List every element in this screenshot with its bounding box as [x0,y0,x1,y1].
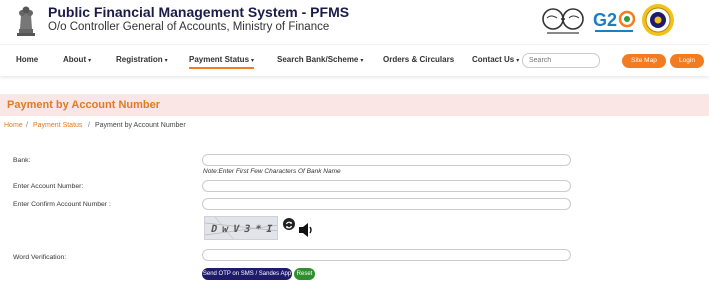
swachh-bharat-logo-icon [542,8,584,34]
nav-item-label: Orders & Circulars [383,55,455,64]
breadcrumb-separator: / [88,122,90,129]
chevron-down-icon: ▾ [251,58,255,64]
page-title: Payment by Account Number [7,99,161,111]
breadcrumb-separator: / [26,122,28,129]
account-number-label: Enter Account Number: [13,183,84,190]
site-title: Public Financial Management System - PFM… [48,4,350,20]
nav-item-label: Contact Us [472,55,515,64]
nav-item-contact-us[interactable]: Contact Us ▾ [472,55,519,64]
login-button[interactable]: Login [670,54,704,68]
nav-item-label: Home [16,55,39,64]
bank-input[interactable] [202,154,571,166]
captcha-text: DwV3*I [209,224,278,235]
breadcrumb-current: Payment by Account Number [95,122,186,129]
site-header: Public Financial Management System - PFM… [0,0,709,44]
breadcrumb-home-link[interactable]: Home [4,122,23,129]
nav-item-label: About [63,55,87,64]
nav-item-about[interactable]: About ▾ [63,55,91,64]
word-verification-input[interactable] [202,249,571,261]
audio-captcha-speaker-icon[interactable] [297,221,315,239]
nav-item-label: Payment Status [189,55,250,64]
account-number-input[interactable] [202,180,571,192]
jubilee-seal-icon [642,4,674,36]
nav-item-label: Search Bank/Scheme [277,55,359,64]
page: Public Financial Management System - PFM… [0,0,709,300]
confirm-account-number-input[interactable] [202,198,571,210]
chevron-down-icon: ▾ [164,58,168,64]
svg-text:G2: G2 [593,10,617,30]
bank-label: Bank: [13,157,31,164]
site-map-button[interactable]: Site Map [622,54,666,68]
breadcrumb-payment-status-link[interactable]: Payment Status [33,122,82,129]
word-verification-label: Word Verification: [13,254,67,261]
nav-item-home[interactable]: Home [16,55,38,64]
nav-item-registration[interactable]: Registration ▾ [116,55,168,64]
bank-note: Note:Enter First Few Characters Of Bank … [203,168,341,175]
refresh-captcha-icon[interactable] [283,218,295,230]
captcha-image: DwV3*I [204,216,278,240]
chevron-down-icon: ▾ [516,58,520,64]
nav-item-search-bank-scheme[interactable]: Search Bank/Scheme ▾ [277,55,363,64]
send-otp-button[interactable]: Send OTP on SMS / Sandes App [202,268,292,280]
nav-item-orders-circulars[interactable]: Orders & Circulars [383,55,454,64]
chevron-down-icon: ▾ [88,58,92,64]
site-subtitle: O/o Controller General of Accounts, Mini… [48,21,330,33]
nav-item-payment-status[interactable]: Payment Status ▾ [189,55,255,69]
chevron-down-icon: ▾ [360,58,364,64]
reset-button[interactable]: Reset [294,268,315,280]
nav-item-label: Registration [116,55,163,64]
confirm-account-number-label: Enter Confirm Account Number : [13,201,111,208]
page-banner: Payment by Account Number [0,94,709,116]
search-input[interactable] [522,53,600,68]
national-emblem-icon [17,6,35,36]
g20-logo-icon: G2 [593,10,635,32]
